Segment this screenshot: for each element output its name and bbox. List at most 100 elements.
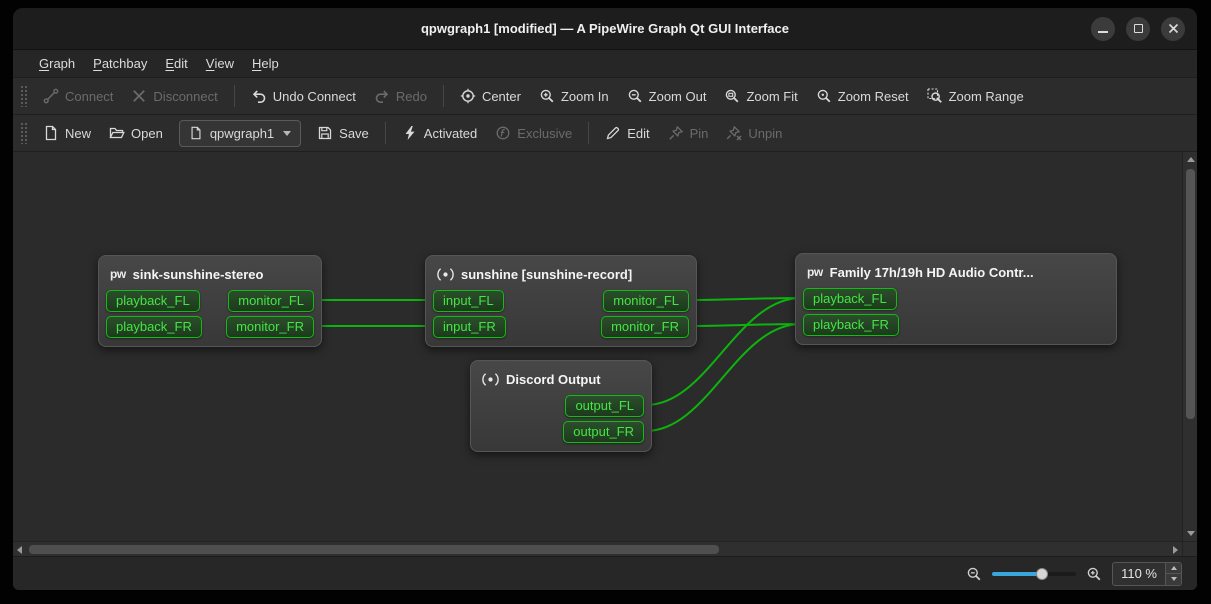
menu-view[interactable]: View [197,50,243,77]
scroll-down-icon[interactable] [1187,531,1195,536]
minimize-icon [1098,31,1108,33]
redo-button[interactable]: Redo [365,81,436,111]
exclusive-button[interactable]: Exclusive [486,118,581,148]
undo-icon [251,88,267,104]
open-button[interactable]: Open [100,118,172,148]
port-playback-fl[interactable]: playback_FL [803,288,897,310]
node-discord-output[interactable]: Discord Output output_FL output_FR [470,360,652,452]
scroll-left-icon[interactable] [17,546,22,554]
window-title: qpwgraph1 [modified] — A PipeWire Graph … [421,21,789,36]
port-playback-fr[interactable]: playback_FR [106,316,202,338]
activated-button[interactable]: Activated [393,118,486,148]
scroll-up-icon[interactable] [1187,157,1195,162]
save-icon [317,125,333,141]
record-icon [437,266,454,283]
horizontal-scrollbar-thumb[interactable] [29,545,719,554]
connect-button[interactable]: Connect [34,81,122,111]
menu-patchbay-rest: atchbay [102,56,148,71]
zoom-reset-button[interactable]: Zoom Reset [807,81,918,111]
titlebar[interactable]: qpwgraph1 [modified] — A PipeWire Graph … [13,8,1197,50]
screen: qpwgraph1 [modified] — A PipeWire Graph … [0,0,1211,604]
toolbar-drag-handle[interactable] [20,85,27,107]
menu-help[interactable]: Help [243,50,288,77]
port-output-fl[interactable]: output_FL [565,395,644,417]
disconnect-label: Disconnect [153,89,217,104]
window-controls [1091,8,1185,49]
maximize-button[interactable] [1126,17,1150,41]
node-header: pw Family 17h/19h HD Audio Contr... [802,260,1110,284]
zoom-out-label: Zoom Out [649,89,707,104]
close-button[interactable] [1161,17,1185,41]
center-label: Center [482,89,521,104]
edit-button[interactable]: Edit [596,118,658,148]
save-button[interactable]: Save [308,118,378,148]
patchbay-selector[interactable]: qpwgraph1 [179,120,301,147]
zoom-in-button[interactable]: Zoom In [530,81,618,111]
zoom-spin-arrows [1165,563,1181,585]
unpin-icon [726,125,742,141]
port-monitor-fr[interactable]: monitor_FR [601,316,689,338]
redo-icon [374,88,390,104]
redo-label: Redo [396,89,427,104]
scroll-right-icon[interactable] [1173,546,1178,554]
new-button[interactable]: New [34,118,100,148]
port-monitor-fl[interactable]: monitor_FL [228,290,314,312]
menu-edit[interactable]: Edit [156,50,196,77]
node-sink-sunshine-stereo[interactable]: pw sink-sunshine-stereo playback_FL play… [98,255,322,347]
pin-button[interactable]: Pin [659,118,718,148]
menu-patchbay[interactable]: Patchbay [84,50,156,77]
minimize-button[interactable] [1091,17,1115,41]
menu-graph[interactable]: Graph [30,50,84,77]
new-file-icon [43,125,59,141]
node-ports: playback_FL playback_FR monitor_FL monit… [105,290,315,338]
disconnect-button[interactable]: Disconnect [122,81,226,111]
port-playback-fr[interactable]: playback_FR [803,314,899,336]
exclusive-label: Exclusive [517,126,572,141]
zoom-slider[interactable] [992,566,1076,582]
node-family-hd-audio[interactable]: pw Family 17h/19h HD Audio Contr... play… [795,253,1117,345]
spin-down-icon [1171,577,1177,581]
unpin-button[interactable]: Unpin [717,118,791,148]
horizontal-scrollbar[interactable] [13,541,1182,556]
zoom-spin-up-button[interactable] [1166,563,1181,575]
activated-label: Activated [424,126,477,141]
menu-help-rest: elp [261,56,278,71]
port-playback-fl[interactable]: playback_FL [106,290,200,312]
zoom-fit-button[interactable]: Zoom Fit [715,81,806,111]
horizontal-scrollbar-row [13,541,1197,556]
exclusive-icon [495,125,511,141]
zoom-reset-icon [816,88,832,104]
zoom-slider-handle[interactable] [1036,568,1048,580]
port-input-fl[interactable]: input_FL [433,290,504,312]
graph-canvas[interactable]: pw sink-sunshine-stereo playback_FL play… [13,152,1182,541]
vertical-scrollbar-thumb[interactable] [1186,169,1195,419]
output-ports: monitor_FL monitor_FR [226,290,314,338]
patchbay-file-icon [189,126,203,140]
port-monitor-fr[interactable]: monitor_FR [226,316,314,338]
zoom-value[interactable]: 110 % [1113,563,1165,585]
node-sunshine[interactable]: sunshine [sunshine-record] input_FL inpu… [425,255,697,347]
port-monitor-fl[interactable]: monitor_FL [603,290,689,312]
undo-connect-button[interactable]: Undo Connect [242,81,365,111]
port-output-fr[interactable]: output_FR [563,421,644,443]
edit-label: Edit [627,126,649,141]
menu-view-accel: V [206,56,215,71]
port-input-fr[interactable]: input_FR [433,316,506,338]
activated-bolt-icon [402,125,418,141]
app-window: qpwgraph1 [modified] — A PipeWire Graph … [13,8,1197,590]
zoom-spinbox[interactable]: 110 % [1112,562,1182,586]
zoom-in-icon [1086,566,1102,582]
menu-view-rest: iew [214,56,234,71]
center-button[interactable]: Center [451,81,530,111]
zoom-range-button[interactable]: Zoom Range [918,81,1033,111]
zoom-out-button[interactable]: Zoom Out [618,81,716,111]
connect-label: Connect [65,89,113,104]
vertical-scrollbar[interactable] [1182,152,1197,541]
toolbar-drag-handle[interactable] [20,122,27,144]
zoom-out-icon [627,88,643,104]
unpin-label: Unpin [748,126,782,141]
node-header: sunshine [sunshine-record] [432,262,690,286]
menu-edit-rest: dit [174,56,188,71]
scrollbar-corner [1182,541,1197,556]
zoom-spin-down-button[interactable] [1166,574,1181,585]
